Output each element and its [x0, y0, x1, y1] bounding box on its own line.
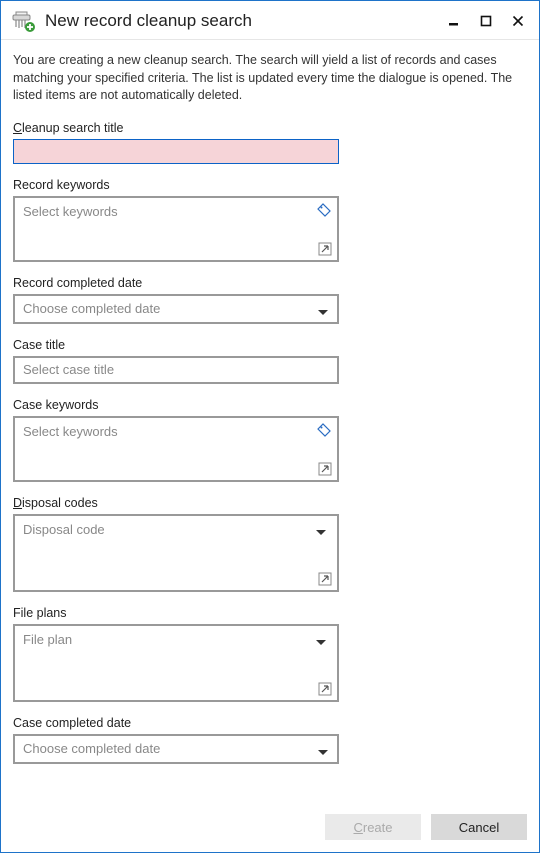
chevron-down-icon: [317, 745, 329, 753]
record-keywords-group: Record keywords Select keywords: [13, 178, 527, 262]
file-plans-input[interactable]: File plan: [13, 624, 339, 702]
tag-icon[interactable]: [317, 423, 331, 437]
expand-icon[interactable]: [318, 572, 332, 586]
expand-icon[interactable]: [318, 242, 332, 256]
chevron-down-icon[interactable]: [315, 635, 327, 643]
record-keywords-placeholder: Select keywords: [23, 204, 118, 219]
case-keywords-group: Case keywords Select keywords: [13, 398, 527, 482]
record-keywords-label: Record keywords: [13, 178, 527, 192]
case-completed-placeholder: Choose completed date: [23, 741, 317, 756]
disposal-codes-group: Disposal codes Disposal code: [13, 496, 527, 592]
disposal-codes-placeholder: Disposal code: [23, 522, 105, 537]
chevron-down-icon: [317, 305, 329, 313]
record-keywords-input[interactable]: Select keywords: [13, 196, 339, 262]
record-completed-label: Record completed date: [13, 276, 527, 290]
dialog-window: New record cleanup search You are creati…: [0, 0, 540, 853]
file-plans-group: File plans File plan: [13, 606, 527, 702]
record-completed-group: Record completed date Choose completed d…: [13, 276, 527, 324]
case-title-label: Case title: [13, 338, 527, 352]
dialog-footer: Create Cancel: [1, 804, 539, 852]
cleanup-title-input[interactable]: [13, 139, 339, 164]
case-keywords-placeholder: Select keywords: [23, 424, 118, 439]
disposal-codes-label: Disposal codes: [13, 496, 527, 510]
file-plans-placeholder: File plan: [23, 632, 72, 647]
case-completed-combo[interactable]: Choose completed date: [13, 734, 339, 764]
window-title: New record cleanup search: [45, 11, 437, 31]
description-text: You are creating a new cleanup search. T…: [13, 52, 527, 105]
shredder-plus-icon: [11, 9, 35, 33]
case-completed-group: Case completed date Choose completed dat…: [13, 716, 527, 764]
dialog-content: You are creating a new cleanup search. T…: [1, 40, 539, 804]
chevron-down-icon[interactable]: [315, 525, 327, 533]
expand-icon[interactable]: [318, 682, 332, 696]
expand-icon[interactable]: [318, 462, 332, 476]
cancel-button[interactable]: Cancel: [431, 814, 527, 840]
create-button[interactable]: Create: [325, 814, 421, 840]
minimize-icon[interactable]: [447, 14, 461, 28]
cleanup-title-group: Cleanup search title: [13, 121, 527, 164]
case-completed-label: Case completed date: [13, 716, 527, 730]
case-keywords-input[interactable]: Select keywords: [13, 416, 339, 482]
file-plans-label: File plans: [13, 606, 527, 620]
record-completed-combo[interactable]: Choose completed date: [13, 294, 339, 324]
tag-icon[interactable]: [317, 203, 331, 217]
titlebar: New record cleanup search: [1, 1, 539, 39]
window-controls: [447, 14, 529, 28]
disposal-codes-input[interactable]: Disposal code: [13, 514, 339, 592]
case-title-input[interactable]: [13, 356, 339, 384]
maximize-icon[interactable]: [479, 14, 493, 28]
close-icon[interactable]: [511, 14, 525, 28]
cleanup-title-label: Cleanup search title: [13, 121, 527, 135]
case-keywords-label: Case keywords: [13, 398, 527, 412]
record-completed-placeholder: Choose completed date: [23, 301, 317, 316]
case-title-group: Case title: [13, 338, 527, 384]
